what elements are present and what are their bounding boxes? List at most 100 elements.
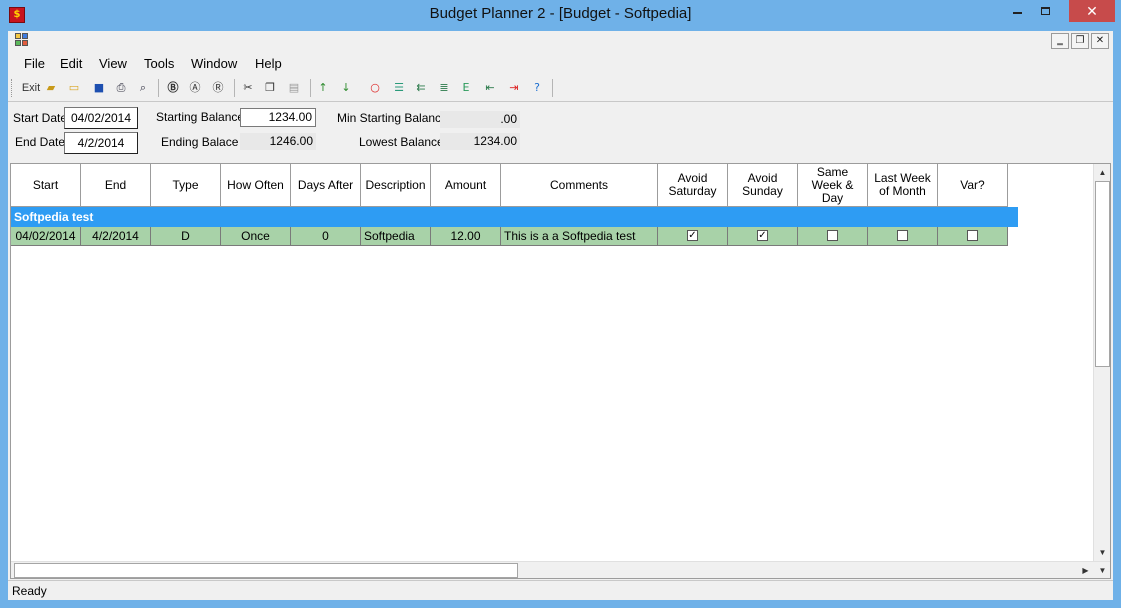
mdi-controls: ‗ ❐ ✕: [1049, 33, 1109, 51]
vertical-scrollbar[interactable]: ▲ ▼: [1093, 164, 1110, 561]
toolbar-grip[interactable]: [11, 79, 14, 97]
window-title: Budget Planner 2 - [Budget - Softpedia]: [429, 5, 692, 22]
copy-icon[interactable]: ❐: [260, 78, 280, 98]
cell-type[interactable]: D: [151, 227, 221, 246]
circle-icon[interactable]: ○: [365, 78, 385, 98]
a-icon[interactable]: Ⓐ: [185, 78, 205, 98]
cell-var: [938, 227, 1008, 246]
menu-view[interactable]: View: [99, 56, 127, 71]
col-days-after[interactable]: Days After: [291, 164, 361, 207]
cell-days-after[interactable]: 0: [291, 227, 361, 246]
mdi-child-icon[interactable]: [15, 33, 31, 47]
menu-bar: File Edit View Tools Window Help: [8, 53, 1113, 75]
grid-header: Start End Type How Often Days After Desc…: [11, 164, 1008, 207]
bold-b-icon[interactable]: Ⓑ: [163, 78, 183, 98]
insert-row-icon[interactable]: ☰: [389, 78, 409, 98]
open-icon[interactable]: ▭: [64, 78, 84, 98]
mdi-restore-button[interactable]: ❐: [1071, 33, 1089, 49]
toolbar-separator: [552, 79, 553, 97]
budget-grid[interactable]: Start End Type How Often Days After Desc…: [10, 163, 1111, 579]
cell-amount[interactable]: 12.00: [431, 227, 501, 246]
col-last-week-of-month[interactable]: Last Week of Month: [868, 164, 938, 207]
lowest-balance-value: 1234.00: [440, 133, 520, 150]
horizontal-scrollbar[interactable]: ▶ ▼: [11, 561, 1110, 578]
up-arrow-icon[interactable]: ↑: [313, 78, 333, 98]
cell-avoid-saturday: ✓: [658, 227, 728, 246]
move-right-icon[interactable]: ⇥: [504, 78, 524, 98]
e-icon[interactable]: E: [456, 78, 476, 98]
group-row[interactable]: Softpedia test: [11, 207, 1018, 227]
maximize-button[interactable]: [1041, 0, 1069, 22]
starting-balance-input[interactable]: 1234.00: [240, 108, 316, 127]
menu-file[interactable]: File: [24, 56, 45, 71]
print-preview-icon[interactable]: ⌕: [133, 78, 153, 98]
col-avoid-saturday[interactable]: Avoid Saturday: [658, 164, 728, 207]
toolbar-separator: [234, 79, 235, 97]
end-date-field[interactable]: 4/2/2014: [64, 132, 138, 154]
move-left-icon[interactable]: ⇤: [480, 78, 500, 98]
scroll-down-corner-icon[interactable]: ▼: [1094, 562, 1110, 578]
app-window: $ Budget Planner 2 - [Budget - Softpedia…: [0, 0, 1121, 608]
var-checkbox[interactable]: [967, 230, 978, 242]
save-icon[interactable]: ■: [89, 78, 109, 98]
menu-tools[interactable]: Tools: [144, 56, 174, 71]
print-icon[interactable]: ⎙: [111, 78, 131, 98]
end-date-label: End Date: [15, 135, 66, 149]
col-comments[interactable]: Comments: [501, 164, 658, 207]
cell-how-often[interactable]: Once: [221, 227, 291, 246]
cut-icon[interactable]: ✂: [238, 78, 258, 98]
cell-description[interactable]: Softpedia: [361, 227, 431, 246]
menu-edit[interactable]: Edit: [60, 56, 82, 71]
help-icon[interactable]: ?: [527, 78, 547, 98]
toolbar-separator: [158, 79, 159, 97]
scroll-up-icon[interactable]: ▲: [1094, 164, 1110, 181]
cell-start[interactable]: 04/02/2014: [11, 227, 81, 246]
cell-avoid-sunday: ✓: [728, 227, 798, 246]
maximize-icon: [1041, 7, 1050, 15]
vertical-scroll-thumb[interactable]: [1095, 181, 1110, 367]
status-bar: Ready: [8, 580, 1113, 600]
scroll-down-icon[interactable]: ▼: [1094, 544, 1110, 561]
horizontal-scroll-thumb[interactable]: [14, 563, 518, 578]
col-description[interactable]: Description: [361, 164, 431, 207]
cell-end[interactable]: 4/2/2014: [81, 227, 151, 246]
close-button[interactable]: ✕: [1069, 0, 1115, 22]
lowest-balance-label: Lowest Balance: [359, 135, 444, 149]
col-var[interactable]: Var?: [938, 164, 1008, 207]
starting-balance-label: Starting Balance: [156, 110, 245, 124]
last-week-of-month-checkbox[interactable]: [897, 230, 908, 242]
col-start[interactable]: Start: [11, 164, 81, 207]
start-date-field[interactable]: 04/02/2014: [64, 107, 138, 129]
r-icon[interactable]: Ⓡ: [208, 78, 228, 98]
new-icon[interactable]: ▰: [41, 78, 61, 98]
cell-last-week-of-month: [868, 227, 938, 246]
min-starting-balance-label: Min Starting Balance: [337, 111, 448, 125]
table-row[interactable]: 04/02/2014 4/2/2014 D Once 0 Softpedia 1…: [11, 227, 1008, 246]
status-text: Ready: [12, 584, 47, 598]
col-amount[interactable]: Amount: [431, 164, 501, 207]
col-end[interactable]: End: [81, 164, 151, 207]
title-bar[interactable]: $ Budget Planner 2 - [Budget - Softpedia…: [0, 0, 1121, 31]
mdi-close-button[interactable]: ✕: [1091, 33, 1109, 49]
menu-help[interactable]: Help: [255, 56, 282, 71]
paste-icon[interactable]: ▤: [284, 78, 304, 98]
col-same-week-day[interactable]: Same Week & Day: [798, 164, 868, 207]
min-starting-balance-value: .00: [440, 111, 520, 128]
same-week-day-checkbox[interactable]: [827, 230, 838, 242]
mdi-minimize-button[interactable]: ‗: [1051, 33, 1069, 49]
down-arrow-icon[interactable]: ↓: [336, 78, 356, 98]
avoid-sunday-checkbox[interactable]: ✓: [757, 230, 768, 242]
col-avoid-sunday[interactable]: Avoid Sunday: [728, 164, 798, 207]
minimize-button[interactable]: [1013, 0, 1041, 22]
cell-same-week-day: [798, 227, 868, 246]
scroll-right-icon[interactable]: ▶: [1077, 562, 1094, 578]
cell-comments[interactable]: This is a a Softpedia test: [501, 227, 658, 246]
col-type[interactable]: Type: [151, 164, 221, 207]
avoid-saturday-checkbox[interactable]: ✓: [687, 230, 698, 242]
list-icon[interactable]: ≣: [434, 78, 454, 98]
col-how-often[interactable]: How Often: [221, 164, 291, 207]
client-area: ‗ ❐ ✕ File Edit View Tools Window Help Exi…: [8, 31, 1113, 600]
indent-icon[interactable]: ⇇: [411, 78, 431, 98]
toolbar: Exit ▰ ▭ ■ ⎙ ⌕ Ⓑ Ⓐ Ⓡ ✂ ❐ ▤ ↑ ↓ ○ ☰ ⇇ ≣ E…: [8, 76, 1113, 101]
menu-window[interactable]: Window: [191, 56, 237, 71]
